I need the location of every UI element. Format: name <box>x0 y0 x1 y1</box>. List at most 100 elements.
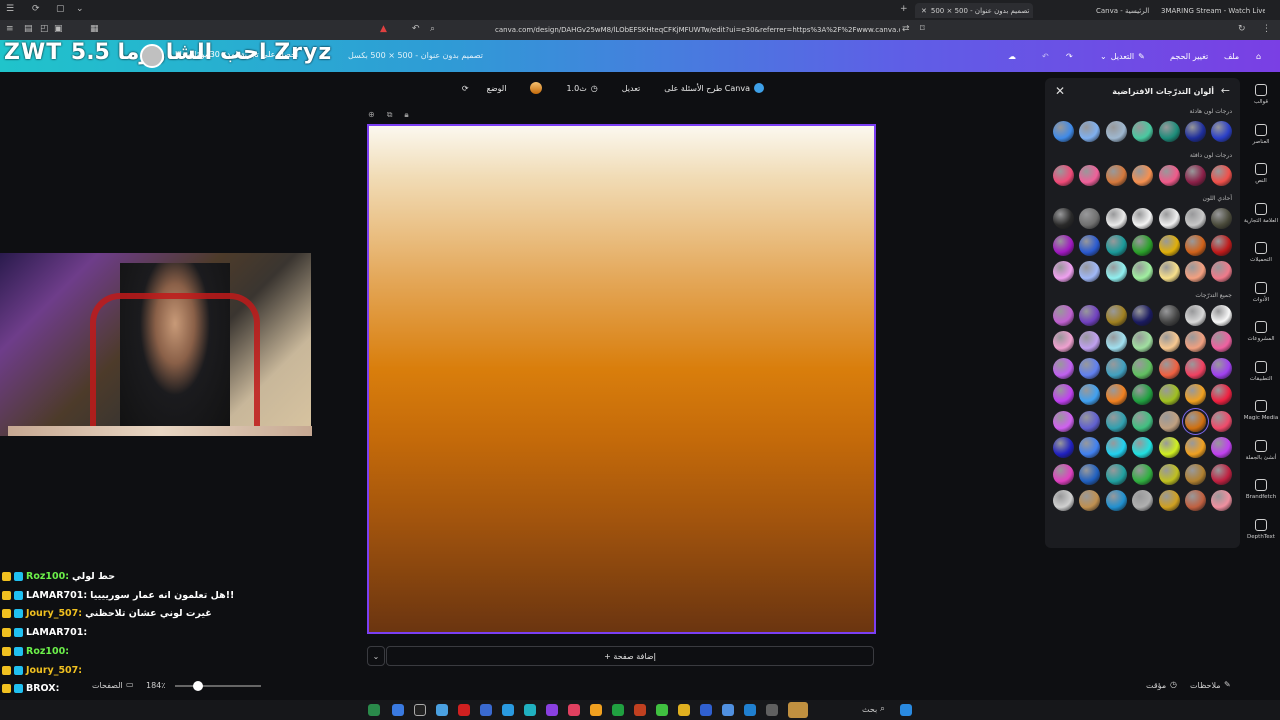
app-icon[interactable] <box>766 704 778 716</box>
sidebar-icon[interactable]: ▤ <box>24 24 33 34</box>
translate-icon[interactable]: ⇄ <box>902 24 910 34</box>
rail-item-2[interactable]: النص <box>1242 163 1280 184</box>
gradient-swatch[interactable] <box>1132 357 1153 379</box>
gradient-swatch[interactable] <box>1211 208 1232 229</box>
gradient-swatch[interactable] <box>1106 261 1127 282</box>
file-menu-button[interactable]: ملف <box>1224 48 1239 64</box>
gradient-swatch[interactable] <box>1079 164 1100 186</box>
gradient-swatch[interactable] <box>1106 357 1127 379</box>
color-swatch-button[interactable] <box>524 80 548 96</box>
app-icon[interactable] <box>458 704 470 716</box>
edit-button[interactable]: تعديل <box>616 82 647 95</box>
gradient-swatch[interactable] <box>1185 234 1206 256</box>
gradient-swatch[interactable] <box>1211 261 1232 282</box>
gradient-swatch[interactable] <box>1106 437 1127 458</box>
gradient-swatch[interactable] <box>1079 463 1100 485</box>
gradient-swatch[interactable] <box>1106 121 1127 142</box>
gradient-swatch[interactable] <box>1211 234 1232 256</box>
bookmark-icon[interactable]: ⌑ <box>920 24 925 34</box>
gradient-swatch[interactable] <box>1053 384 1074 405</box>
gradient-swatch[interactable] <box>1211 304 1232 326</box>
zoom-icon[interactable]: ⌕ <box>430 24 435 34</box>
gradient-swatch[interactable] <box>1106 490 1127 511</box>
menu-icon[interactable]: ☰ <box>6 4 14 14</box>
gradient-swatch[interactable] <box>1106 463 1127 485</box>
chevron-down-icon[interactable]: ⌄ <box>76 4 84 14</box>
new-tab-icon[interactable]: + <box>900 4 908 14</box>
rail-item-4[interactable]: التحميلات <box>1242 242 1280 263</box>
gradient-swatch[interactable] <box>1159 331 1180 352</box>
chevron-down-icon[interactable]: ⌄ <box>367 646 385 666</box>
gradient-swatch[interactable] <box>1053 234 1074 256</box>
rail-item-9[interactable]: أنشئ بالجملة <box>1242 439 1280 461</box>
gradient-swatch[interactable] <box>1132 463 1153 485</box>
gradient-swatch[interactable] <box>1132 490 1153 511</box>
gradient-swatch[interactable] <box>1159 261 1180 282</box>
gradient-swatch[interactable] <box>1185 384 1206 405</box>
rail-item-1[interactable]: العناصر <box>1242 123 1280 145</box>
close-icon[interactable]: ✕ <box>1055 84 1065 98</box>
gradient-swatch[interactable] <box>1106 331 1127 352</box>
gradient-swatch[interactable] <box>1159 463 1180 485</box>
edge-icon[interactable] <box>744 704 756 716</box>
gradient-swatch[interactable] <box>1211 463 1232 485</box>
rail-item-3[interactable]: العلامة التجارية <box>1242 202 1280 224</box>
pages-icon[interactable]: ▭ <box>126 680 134 689</box>
gradient-swatch[interactable] <box>1079 304 1100 326</box>
gradient-swatch[interactable] <box>1106 208 1127 229</box>
zoom-slider-handle[interactable] <box>193 681 203 691</box>
gradient-swatch[interactable] <box>1185 410 1206 432</box>
gradient-swatch[interactable] <box>1159 234 1180 256</box>
gradient-swatch[interactable] <box>1185 261 1206 282</box>
gradient-swatch[interactable] <box>1053 331 1074 352</box>
app-icon[interactable] <box>590 704 602 716</box>
back-icon[interactable]: ↶ <box>412 24 420 34</box>
duration-button[interactable]: 1.0ث ◷ <box>560 82 603 95</box>
url-field[interactable]: canva.com/design/DAHGv25wM8/lLObEFSKHteq… <box>495 23 900 37</box>
gradient-swatch[interactable] <box>1185 357 1206 379</box>
widget-icon[interactable] <box>788 702 808 718</box>
lock-icon[interactable]: 🔒︎ <box>404 110 408 122</box>
gradient-swatch[interactable] <box>1211 357 1232 379</box>
gradient-swatch[interactable] <box>1106 410 1127 432</box>
app-icon[interactable] <box>656 704 668 716</box>
tab-canva-home[interactable]: Canva - الرئيسية <box>1090 3 1152 18</box>
gradient-swatch[interactable] <box>1053 304 1074 326</box>
edit-mode-button[interactable]: ⌄ التعديل ✎ <box>1100 48 1145 64</box>
app-icon[interactable] <box>368 704 380 716</box>
gradient-swatch[interactable] <box>1159 490 1180 511</box>
gradient-swatch[interactable] <box>1132 437 1153 458</box>
gradient-swatch[interactable] <box>1211 490 1232 511</box>
gradient-swatch[interactable] <box>1159 164 1180 186</box>
gradient-swatch[interactable] <box>1132 384 1153 405</box>
resize-button[interactable]: تغيير الحجم <box>1170 48 1208 64</box>
gradient-swatch[interactable] <box>1132 261 1153 282</box>
position-button[interactable]: الوضع <box>481 82 513 95</box>
pages-button[interactable]: الصفحات <box>92 681 123 690</box>
gradient-swatch[interactable] <box>1079 490 1100 511</box>
gradient-swatch[interactable] <box>1185 304 1206 326</box>
app-icon[interactable] <box>546 704 558 716</box>
gradient-swatch[interactable] <box>1053 164 1074 186</box>
gradient-swatch[interactable] <box>1185 490 1206 511</box>
gradient-swatch[interactable] <box>1079 384 1100 405</box>
gradient-swatch[interactable] <box>1053 261 1074 282</box>
gradient-swatch[interactable] <box>1159 121 1180 142</box>
taskbar-search[interactable]: بحث <box>862 705 877 714</box>
search-icon[interactable]: ⌕ <box>880 704 885 714</box>
gradient-swatch[interactable] <box>1132 304 1153 326</box>
gradient-swatch[interactable] <box>1079 437 1100 458</box>
back-arrow-icon[interactable]: ← <box>1221 84 1230 97</box>
undo-icon[interactable]: ↶ <box>1042 48 1049 64</box>
refresh-icon[interactable]: ↻ <box>1238 24 1246 34</box>
design-title[interactable]: تصميم بدون عنوان - 500 × 500 بكسل <box>348 51 483 60</box>
gradient-swatch[interactable] <box>1053 410 1074 432</box>
app-icon[interactable] <box>392 704 404 716</box>
duplicate-icon[interactable]: ⧉ <box>387 110 393 122</box>
cloud-save-icon[interactable]: ☁ <box>1008 48 1016 64</box>
gradient-swatch[interactable] <box>1132 208 1153 229</box>
restore-icon[interactable]: ▢ <box>56 4 65 14</box>
gradient-swatch[interactable] <box>1159 304 1180 326</box>
timer-button[interactable]: مؤقت <box>1146 681 1166 690</box>
zoom-slider[interactable] <box>175 685 261 687</box>
